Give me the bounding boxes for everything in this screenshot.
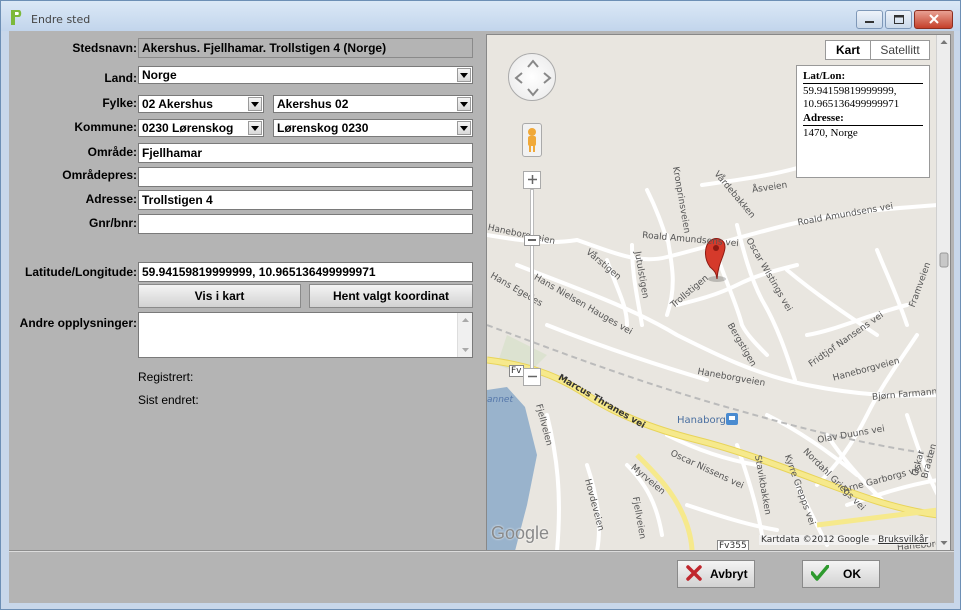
close-icon [928, 13, 939, 27]
fylke-name-value: Akershus 02 [277, 97, 349, 111]
other-info-textarea[interactable] [138, 312, 473, 358]
chevron-down-icon[interactable] [457, 68, 471, 82]
chevron-down-icon[interactable] [457, 121, 471, 135]
street-view-pegman-icon[interactable] [522, 123, 542, 157]
title-bar: Endre sted [1, 1, 960, 31]
minimize-icon [865, 13, 874, 27]
show-in-map-button[interactable]: Vis i kart [138, 284, 301, 308]
zoom-slider-handle[interactable] [524, 235, 540, 246]
zoom-out-button[interactable] [523, 368, 541, 386]
omradepres-input[interactable] [138, 167, 473, 187]
attribution-text: Kartdata ©2012 Google - [761, 535, 879, 545]
fylke-code-value: 02 Akershus [142, 97, 213, 111]
sist-endret-label: Sist endret: [138, 393, 199, 407]
close-window-button[interactable] [914, 10, 953, 29]
kommune-name-select[interactable]: Lørenskog 0230 [273, 119, 473, 137]
plus-icon [527, 173, 537, 187]
map-view[interactable]: Åsveien Vårdebakken Roald Amundsens vei … [486, 34, 951, 552]
maximize-button[interactable] [885, 10, 912, 29]
info-lon: 10.965136499999971 [803, 98, 900, 110]
dialog-body: Stedsnavn: Akershus. Fjellhamar. Trollst… [9, 31, 954, 603]
minimize-button[interactable] [856, 10, 883, 29]
cancel-label: Avbryt [710, 567, 748, 581]
ok-label: OK [843, 567, 861, 581]
land-label: Land: [104, 71, 137, 85]
omradepres-label: Områdepres: [62, 168, 137, 182]
chevron-down-icon[interactable] [248, 121, 262, 135]
train-station-icon [726, 413, 738, 425]
bottom-separator [9, 550, 954, 552]
minus-icon [527, 370, 537, 384]
stedsnavn-label: Stedsnavn: [72, 41, 137, 55]
get-coordinate-button[interactable]: Hent valgt koordinat [309, 284, 473, 308]
registrert-label: Registrert: [138, 370, 194, 384]
map-attribution: Kartdata ©2012 Google - Bruksvilkår [759, 535, 931, 545]
kommune-code-select[interactable]: 0230 Lørenskog [138, 119, 264, 137]
zoom-slider-track[interactable] [530, 189, 534, 369]
kommune-code-value: 0230 Lørenskog [142, 121, 234, 135]
latlon-input[interactable]: 59.94159819999999, 10.965136499999971 [138, 262, 473, 282]
chevron-down-icon[interactable] [457, 97, 471, 111]
latlon-label: Latitude/Longitude: [25, 265, 137, 279]
checkmark-icon [810, 563, 830, 584]
map-type-satellitt[interactable]: Satellitt [870, 40, 930, 60]
land-select[interactable]: Norge [138, 66, 473, 84]
info-lat: 59.94159819999999, [803, 85, 897, 97]
gnr-input[interactable] [138, 214, 473, 234]
stedsnavn-field: Akershus. Fjellhamar. Trollstigen 4 (Nor… [138, 38, 473, 58]
terms-link[interactable]: Bruksvilkår [878, 535, 928, 545]
fylke-label: Fylke: [102, 96, 137, 110]
cancel-button[interactable]: Avbryt [677, 560, 755, 588]
info-address-heading: Adresse: [803, 112, 923, 126]
other-info-scrollbar[interactable] [457, 313, 472, 357]
other-info-label: Andre opplysninger: [19, 316, 137, 330]
adresse-label: Adresse: [85, 192, 137, 206]
app-logo-icon [10, 9, 23, 26]
omrade-input[interactable]: Fjellhamar [138, 143, 473, 163]
ok-button[interactable]: OK [802, 560, 880, 588]
map-type-kart[interactable]: Kart [825, 40, 871, 60]
kommune-name-value: Lørenskog 0230 [277, 121, 369, 135]
cancel-x-icon [686, 564, 702, 584]
google-logo: Google [491, 523, 550, 543]
dialog-window: Endre sted Stedsnavn: Akershus. Fjellham… [0, 0, 961, 610]
gnr-label: Gnr/bnr: [89, 216, 137, 230]
zoom-in-button[interactable] [523, 171, 541, 189]
fylke-name-select[interactable]: Akershus 02 [273, 95, 473, 113]
kommune-label: Kommune: [74, 120, 137, 134]
chevron-down-icon[interactable] [248, 97, 262, 111]
map-vertical-scrollbar[interactable] [936, 35, 950, 551]
map-pan-control[interactable] [508, 53, 556, 101]
info-address: 1470, Norge [803, 127, 858, 139]
land-value: Norge [142, 68, 177, 82]
maximize-icon [893, 13, 904, 27]
omrade-label: Område: [87, 145, 137, 159]
fylke-code-select[interactable]: 02 Akershus [138, 95, 264, 113]
window-title: Endre sted [31, 13, 91, 26]
info-latlon-heading: Lat/Lon: [803, 70, 923, 84]
map-info-box: Lat/Lon: 59.94159819999999, 10.965136499… [796, 65, 930, 178]
adresse-input[interactable]: Trollstigen 4 [138, 190, 473, 210]
